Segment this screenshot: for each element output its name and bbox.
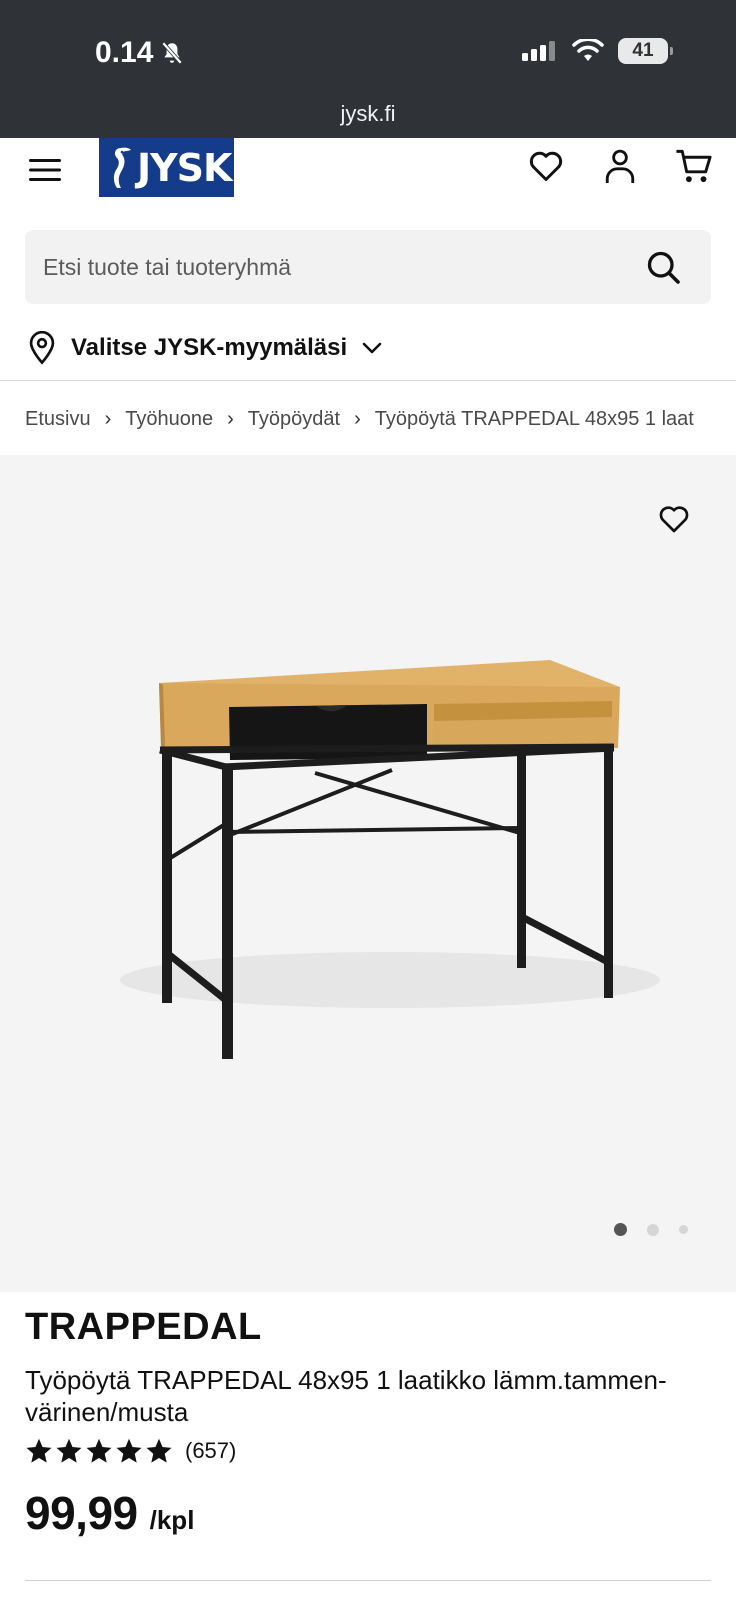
product-gallery[interactable]	[0, 455, 736, 1292]
add-to-wishlist-button[interactable]	[654, 499, 694, 539]
breadcrumb-chevron-icon: ›	[354, 407, 361, 430]
product-name: Työpöytä TRAPPEDAL 48x95 1 laatikko lämm…	[25, 1365, 667, 1427]
user-icon	[605, 149, 635, 183]
star-icon	[56, 1438, 82, 1463]
product-image	[120, 660, 660, 1059]
cellular-signal-icon	[522, 41, 555, 61]
product-rating[interactable]: (657)	[25, 1437, 236, 1465]
breadcrumb-chevron-icon: ›	[227, 407, 234, 430]
product-price: 99,99 /kpl	[25, 1486, 194, 1540]
logo-text: JYSK	[137, 145, 232, 190]
time-text: 0.14	[95, 36, 154, 69]
breadcrumb-item-workroom[interactable]: Työhuone	[125, 408, 213, 431]
price-unit: /kpl	[149, 1505, 195, 1535]
product-brand: TRAPPEDAL	[25, 1306, 262, 1348]
pagination-dot[interactable]	[679, 1225, 688, 1234]
heart-icon	[529, 151, 563, 181]
star-icon	[26, 1438, 52, 1463]
search-icon	[647, 251, 680, 284]
header-actions	[526, 146, 714, 186]
battery-indicator: 41	[618, 38, 673, 64]
star-icon	[146, 1438, 172, 1463]
breadcrumb: Etusivu › Työhuone › Työpöydät › Työpöyt…	[25, 404, 711, 434]
cart-icon	[676, 149, 712, 183]
bell-muted-icon	[162, 41, 183, 65]
search-button[interactable]	[641, 245, 685, 289]
pagination-dot[interactable]	[647, 1223, 659, 1236]
breadcrumb-item-current: Työpöytä TRAPPEDAL 48x95 1 laat	[374, 407, 694, 430]
header-divider	[0, 380, 736, 381]
account-button[interactable]	[600, 146, 640, 186]
location-pin-icon	[29, 331, 55, 365]
review-count: (657)	[185, 1438, 237, 1463]
section-divider	[25, 1580, 711, 1581]
cart-button[interactable]	[674, 146, 714, 186]
wishlist-button[interactable]	[526, 146, 566, 186]
star-icon	[86, 1438, 112, 1463]
menu-button[interactable]	[27, 152, 63, 188]
chevron-down-icon	[362, 342, 382, 354]
site-header: JYSK	[0, 138, 736, 218]
status-bar: 0.14 41 jysk.fi	[0, 0, 736, 138]
pagination-dot[interactable]	[614, 1223, 627, 1236]
breadcrumb-item-home[interactable]: Etusivu	[25, 408, 91, 431]
menu-icon	[29, 159, 61, 181]
search-bar	[25, 230, 711, 304]
search-input[interactable]	[43, 253, 641, 281]
price-value: 99,99	[25, 1487, 138, 1539]
store-selector[interactable]: Valitse JYSK-myymäläsi	[27, 328, 383, 368]
breadcrumb-chevron-icon: ›	[104, 407, 112, 430]
url-bar[interactable]: jysk.fi	[0, 101, 736, 127]
heart-icon	[659, 506, 689, 533]
store-label: Valitse JYSK-myymäläsi	[71, 334, 348, 361]
star-icon	[116, 1438, 142, 1463]
goose-logo-icon	[113, 147, 131, 188]
status-time: 0.14	[95, 36, 185, 70]
wifi-icon	[572, 39, 604, 61]
breadcrumb-item-desks[interactable]: Työpöydät	[248, 408, 340, 431]
jysk-logo[interactable]: JYSK	[99, 138, 234, 197]
rating-stars	[25, 1437, 173, 1465]
gallery-pagination	[614, 1223, 688, 1236]
status-right: 41	[522, 38, 673, 64]
